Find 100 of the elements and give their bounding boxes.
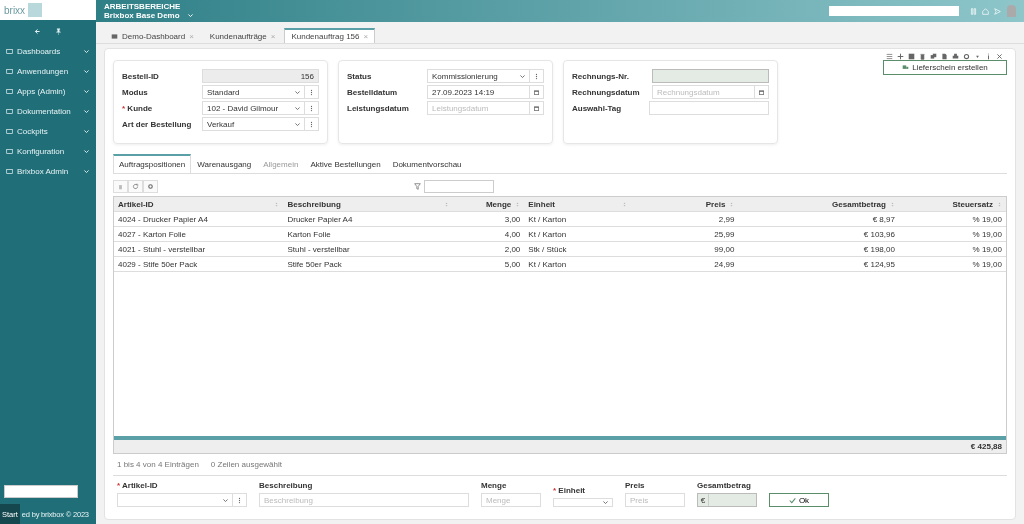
- workspace-selector[interactable]: Brixbox Base Demo: [104, 11, 829, 20]
- add-icon[interactable]: [897, 53, 904, 60]
- folder-icon[interactable]: [6, 167, 13, 175]
- calendar-icon[interactable]: [533, 104, 540, 112]
- tab[interactable]: Kundenauftrag 156 ×: [284, 28, 376, 43]
- sidebar-item[interactable]: Brixbox Admin: [0, 161, 96, 181]
- sidebar-item[interactable]: Apps (Admin): [0, 81, 96, 101]
- sidebar-item[interactable]: Dokumentation: [0, 101, 96, 121]
- folder-icon[interactable]: [6, 47, 13, 55]
- select-field[interactable]: Kommissionierung: [427, 69, 544, 83]
- column-header[interactable]: Einheit: [524, 199, 632, 209]
- chevron-down-icon[interactable]: [83, 67, 90, 75]
- table-cell-text: € 198,00: [862, 244, 896, 254]
- refresh-icon[interactable]: [132, 183, 139, 190]
- column-header[interactable]: Preis: [631, 199, 739, 209]
- refresh-button[interactable]: [128, 180, 143, 193]
- select-field[interactable]: [553, 498, 613, 507]
- kebab-icon[interactable]: [533, 72, 540, 80]
- field-label: * Kunde: [122, 103, 154, 113]
- field-label: Rechnungs-Nr.: [572, 71, 630, 81]
- kebab-icon[interactable]: [308, 120, 315, 128]
- table-cell-text: € 124,95: [862, 259, 896, 269]
- folder-icon[interactable]: [6, 67, 13, 75]
- column-header[interactable]: Artikel-ID: [114, 199, 284, 209]
- ok-button[interactable]: Ok: [769, 493, 829, 507]
- sidebar-item[interactable]: Cockpits: [0, 121, 96, 141]
- input-field[interactable]: Beschreibung: [259, 493, 469, 507]
- select-field[interactable]: Verkauf: [202, 117, 319, 131]
- field-label: Modus: [122, 87, 149, 97]
- currency-prefix: €: [698, 494, 709, 506]
- kebab-icon[interactable]: [308, 88, 315, 96]
- tab[interactable]: Kundenaufträge ×: [202, 28, 283, 43]
- column-header[interactable]: Menge: [452, 199, 525, 209]
- chevron-down-icon[interactable]: [83, 127, 90, 135]
- folder-icon[interactable]: [6, 147, 13, 155]
- field-label: Status: [347, 71, 373, 81]
- kebab-icon[interactable]: [236, 496, 243, 504]
- chevron-down-icon[interactable]: [83, 167, 90, 175]
- tab[interactable]: Demo-Dashboard ×: [104, 28, 201, 43]
- sidebar-search-field[interactable]: [4, 485, 78, 498]
- chevron-down-icon[interactable]: [83, 87, 90, 95]
- folder-icon[interactable]: [6, 87, 13, 95]
- chevron-down-icon[interactable]: [602, 499, 609, 506]
- print-icon[interactable]: [952, 53, 959, 60]
- sidebar-item[interactable]: Anwendungen: [0, 61, 96, 81]
- table-cell-text: % 19,00: [971, 214, 1003, 224]
- list-icon[interactable]: [886, 53, 893, 60]
- table-cell-text: Drucker Papier A4: [286, 214, 354, 224]
- search-field[interactable]: [829, 6, 959, 16]
- filter-field[interactable]: [424, 180, 494, 193]
- save-icon[interactable]: [908, 53, 915, 60]
- folder-icon[interactable]: [6, 127, 13, 135]
- column-header[interactable]: Beschreibung: [283, 199, 453, 209]
- copy-icon[interactable]: [930, 53, 937, 60]
- chevron-down-icon[interactable]: [519, 72, 526, 80]
- folder-icon[interactable]: [6, 107, 13, 115]
- delete-icon[interactable]: [919, 53, 926, 60]
- chevron-down-icon[interactable]: [83, 147, 90, 155]
- tab[interactable]: Aktive Bestellungen: [304, 154, 387, 173]
- calendar-icon[interactable]: [758, 88, 765, 96]
- date-field[interactable]: 27.09.2023 14:19: [427, 85, 544, 99]
- column-header[interactable]: Steuersatz: [898, 199, 1006, 209]
- tab[interactable]: Warenausgang: [191, 154, 258, 173]
- field-label: Preis: [625, 481, 646, 490]
- chevron-down-icon[interactable]: [186, 12, 194, 19]
- field-label: Gesamtbetrag: [697, 481, 752, 490]
- field-label: * Einheit: [553, 486, 587, 495]
- check-icon[interactable]: [788, 496, 796, 504]
- column-header[interactable]: Gesamtbetrag: [738, 199, 899, 209]
- sidebar-item[interactable]: Konfiguration: [0, 141, 96, 161]
- total-amount: € 425,88: [970, 442, 1002, 451]
- input-field[interactable]: [649, 101, 769, 115]
- kebab-icon[interactable]: [308, 104, 315, 112]
- back-arrow-icon[interactable]: [34, 28, 41, 35]
- input-field[interactable]: Menge: [481, 493, 541, 507]
- input-field[interactable]: Preis: [625, 493, 685, 507]
- truck-icon[interactable]: [902, 64, 910, 71]
- calendar-icon[interactable]: [533, 88, 540, 96]
- info-icon[interactable]: [985, 53, 992, 60]
- chevron-down-icon[interactable]: [83, 47, 90, 55]
- filter-icon[interactable]: [414, 183, 421, 190]
- select-field[interactable]: [117, 493, 247, 507]
- select-field[interactable]: 102 - David Gilmour: [202, 101, 319, 115]
- pin-icon[interactable]: [55, 28, 62, 35]
- sidebar-item[interactable]: Dashboards: [0, 41, 96, 61]
- create-delivery-note-button[interactable]: Lieferschein erstellen: [883, 60, 1007, 75]
- select-field[interactable]: Standard: [202, 85, 319, 99]
- settings-button[interactable]: [143, 180, 158, 193]
- tab[interactable]: Auftragspositionen: [113, 154, 192, 173]
- field-label: * Artikel-ID: [117, 481, 159, 490]
- readonly-field: 156: [202, 69, 319, 83]
- chevron-down-icon[interactable]: [222, 496, 229, 504]
- dashboard-icon[interactable]: [111, 32, 118, 40]
- tab[interactable]: Dokumentvorschau: [386, 154, 468, 173]
- chevron-down-icon[interactable]: [83, 107, 90, 115]
- close-icon[interactable]: [996, 53, 1003, 60]
- table-cell-text: Kt / Karton: [527, 259, 568, 269]
- workspace-label: ARBEITSBEREICHE: [104, 2, 182, 11]
- selection-count-text: 0 Zeilen ausgewählt: [210, 460, 282, 469]
- table-cell-text: € 103,96: [862, 229, 896, 239]
